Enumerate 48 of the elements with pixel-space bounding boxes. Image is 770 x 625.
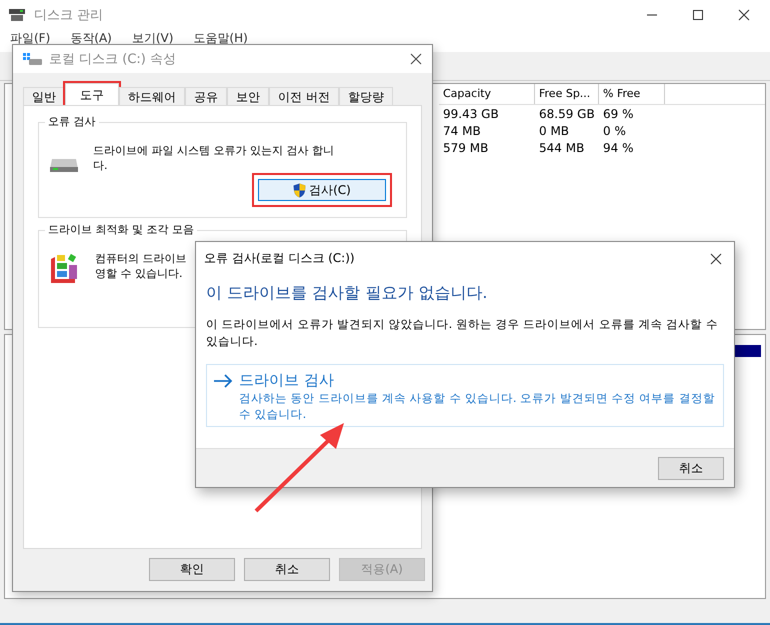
tab[interactable]: 하드웨어: [119, 87, 185, 105]
dialog-button[interactable]: 취소: [244, 558, 330, 581]
menu-item[interactable]: 도움말(H): [193, 30, 248, 47]
option-title: 드라이브 검사: [239, 371, 334, 390]
close-icon[interactable]: [738, 9, 750, 21]
arrow-right-icon: [213, 374, 233, 388]
tab[interactable]: 공유: [185, 87, 227, 105]
menu-item[interactable]: 보기(V): [132, 30, 174, 47]
window-title: 디스크 관리: [34, 7, 104, 24]
description: 드라이브에 파일 시스템 오류가 있는지 검사 합니다.: [93, 143, 335, 173]
column-header[interactable]: Capacity: [439, 84, 535, 104]
message: 이 드라이브에서 오류가 발견되지 않았습니다. 원하는 경우 드라이브에서 오류를 계속 검사할 수 있습니다.: [205, 316, 719, 350]
group-title: 오류 검사: [45, 115, 98, 129]
column-header[interactable]: Free Sp...: [535, 84, 599, 104]
table-cell-text: 69 %: [602, 106, 634, 120]
description-line: 컴퓨터의 드라이브: [95, 251, 186, 266]
close-icon[interactable]: [710, 252, 722, 264]
description-line: 영할 수 있습니다.: [95, 266, 182, 281]
shield-icon: [293, 182, 306, 198]
table-cell-text: 0 %: [602, 124, 627, 138]
table-cell-text: 68.59 GB: [538, 106, 596, 120]
scan-drive-option[interactable]: 드라이브 검사 검사하는 동안 드라이브를 계속 사용할 수 있습니다. 오류가 발견되면 수정 여부를 결정할 수 있습니다.: [206, 364, 724, 427]
column-header[interactable]: % Free: [599, 84, 665, 104]
table-cell-text: 0 MB: [538, 124, 570, 138]
dialog-title: 오류 검사(로컬 디스크 (C:)): [204, 250, 355, 267]
table-cell-text: 579 MB: [442, 140, 490, 154]
drive-icon: [23, 52, 43, 66]
table-cell-text: 544 MB: [538, 140, 586, 154]
check-button[interactable]: 검사(C): [258, 179, 386, 201]
close-icon[interactable]: [410, 53, 422, 65]
menu-item[interactable]: 동작(A): [70, 30, 112, 47]
tab[interactable]: 도구: [65, 83, 119, 105]
dialog-title: 로컬 디스크 (C:) 속성: [49, 51, 176, 68]
maximize-icon[interactable]: [692, 9, 704, 21]
table-cell-text: 99.43 GB: [442, 106, 500, 120]
tab[interactable]: 보안: [227, 87, 269, 105]
tab[interactable]: 할당량: [338, 87, 393, 105]
table-cell-text: 74 MB: [442, 124, 482, 138]
dialog-button[interactable]: 확인: [149, 558, 235, 581]
tab[interactable]: 일반: [23, 87, 65, 105]
disk-management-icon: [8, 8, 26, 22]
cancel-button[interactable]: 취소: [658, 456, 724, 480]
menu-item[interactable]: 파일(F): [10, 30, 50, 47]
option-description: 검사하는 동안 드라이브를 계속 사용할 수 있습니다. 오류가 발견되면 수정 여부를 결정할 수 있습니다.: [238, 390, 716, 422]
table-cell-text: 94 %: [602, 140, 634, 154]
tab[interactable]: 이전 버전: [269, 87, 339, 105]
heading: 이 드라이브를 검사할 필요가 없습니다.: [205, 282, 488, 304]
group-title: 드라이브 최적화 및 조각 모음: [45, 223, 197, 237]
